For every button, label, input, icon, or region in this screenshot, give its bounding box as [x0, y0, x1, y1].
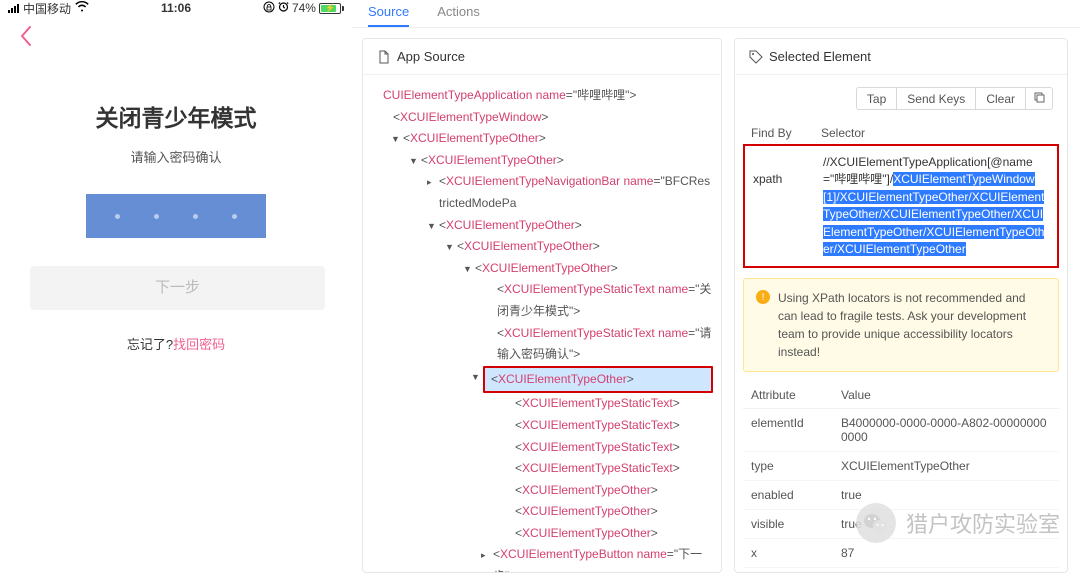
- wifi-icon: [75, 1, 89, 15]
- element-actions: Tap Send Keys Clear: [735, 75, 1067, 120]
- source-panel: App Source CUIElementTypeApplication nam…: [362, 38, 722, 573]
- selector-header: Selector: [821, 126, 1051, 140]
- tab-source[interactable]: Source: [368, 4, 409, 27]
- forgot-link[interactable]: 找回密码: [173, 337, 225, 352]
- xpath-warning: ! Using XPath locators is not recommende…: [743, 278, 1059, 372]
- portrait-lock-icon: [263, 1, 275, 16]
- next-button[interactable]: 下一步: [30, 266, 325, 310]
- sendkeys-button[interactable]: Send Keys: [897, 87, 976, 110]
- selector-table: xpath //XCUIElementTypeApplication[@name…: [743, 144, 1059, 268]
- table-row: y202: [743, 568, 1059, 573]
- page-title: 关闭青少年模式: [30, 99, 322, 133]
- xpath-label: xpath: [753, 154, 823, 186]
- carrier-label: 中国移动: [23, 0, 71, 17]
- tab-actions[interactable]: Actions: [437, 4, 480, 27]
- back-button[interactable]: [0, 16, 352, 59]
- warning-icon: !: [756, 290, 770, 304]
- device-preview: 中国移动 11:06 74% ⚡: [0, 0, 352, 573]
- signal-icon: [8, 4, 19, 13]
- tap-button[interactable]: Tap: [856, 87, 897, 110]
- tag-icon: [749, 50, 763, 64]
- source-panel-title: App Source: [397, 49, 465, 64]
- page-subtitle: 请输入密码确认: [30, 147, 322, 166]
- table-row: x87: [743, 539, 1059, 568]
- status-bar: 中国移动 11:06 74% ⚡: [0, 0, 352, 16]
- battery-icon: ⚡: [319, 3, 344, 14]
- document-icon: [377, 50, 391, 64]
- attribute-table: Attribute Value elementIdB4000000-0000-0…: [743, 382, 1059, 573]
- table-row: visibletrue: [743, 510, 1059, 539]
- clear-button[interactable]: Clear: [976, 87, 1026, 110]
- table-row: enabledtrue: [743, 481, 1059, 510]
- tabs: Source Actions: [352, 0, 1080, 28]
- tree-selected-row: ▼<XCUIElementTypeOther>: [367, 366, 713, 394]
- selected-element-panel: Selected Element Tap Send Keys Clear Fin…: [734, 38, 1068, 573]
- copy-icon: [1033, 91, 1045, 103]
- source-tree[interactable]: CUIElementTypeApplication name="哔哩哔哩"> <…: [363, 75, 721, 572]
- copy-button[interactable]: [1026, 87, 1053, 110]
- inspector: Source Actions App Source CUIElementType…: [352, 0, 1080, 573]
- table-row: typeXCUIElementTypeOther: [743, 452, 1059, 481]
- findby-header: Find By: [751, 126, 821, 140]
- forgot-row: 忘记了?找回密码: [30, 334, 322, 353]
- battery-pct: 74%: [292, 1, 316, 15]
- table-row: elementIdB4000000-0000-0000-A802-0000000…: [743, 409, 1059, 452]
- password-input[interactable]: [86, 194, 266, 238]
- alarm-icon: [278, 1, 289, 15]
- clock: 11:06: [161, 1, 191, 15]
- selected-panel-title: Selected Element: [769, 49, 871, 64]
- xpath-value[interactable]: //XCUIElementTypeApplication[@name="哔哩哔哩…: [823, 154, 1049, 258]
